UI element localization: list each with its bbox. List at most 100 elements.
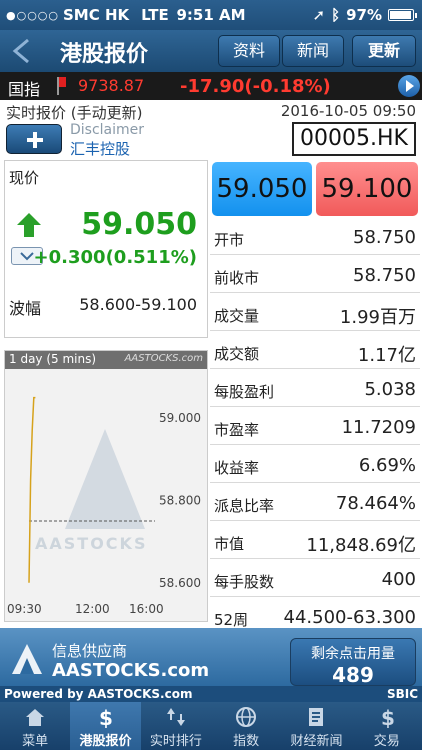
x-tick-label: 16:00 [129,602,164,616]
stat-value: 1.99百万 [339,307,416,328]
powered-by: Powered by AASTOCKS.com [4,687,193,701]
y-tick-label: 58.800 [159,493,201,507]
stat-row: 成交额 1.17亿 [210,336,420,369]
chart-plot: AASTOCKS 58.600 58.800 59.000 09:30 12:00 16:… [7,396,201,616]
index-change: -17.90(-0.18%) [180,76,331,97]
y-tick-label: 59.000 [159,411,201,425]
stat-row: 派息比率 78.464% [210,488,420,521]
stats-table: 开市 58.750 前收市 58.750 成交量 1.99百万 成交额 1.17亿 每股… [210,222,420,640]
stat-value: 58.750 [353,227,416,248]
bid-button[interactable]: 59.050 [212,162,312,216]
add-watchlist-button[interactable] [6,124,62,154]
stat-value: 1.17亿 [357,345,416,366]
sort-icon [166,708,185,726]
stat-row: 每手股数 400 [210,564,420,597]
tab-menu[interactable]: 菜单 [0,702,70,750]
stock-name: 汇丰控股 [70,140,131,158]
tab-ranking[interactable]: 实时排行 [141,702,211,750]
bluetooth-icon: ᛒ [331,6,341,24]
play-icon[interactable] [398,75,420,97]
chart-brand: AASTOCKS.com [124,353,203,364]
usage-counter: 剩余点击用量 489 [290,638,416,687]
stat-value: 400 [381,569,416,590]
stat-value: 44.500-63.300 [283,607,416,628]
provider-name: AASTOCKS.com [52,660,210,681]
svg-text:$: $ [381,706,395,728]
chart-period: 1 day (5 mins) [9,352,97,366]
tab-label: 实时排行 [149,734,202,749]
stat-value: 6.69% [358,455,416,476]
usage-label: 剩余点击用量 [311,646,395,662]
watermark-logo: AASTOCKS [35,429,147,553]
stock-code-input[interactable]: 00005.HK [292,122,416,156]
current-price: 59.050 [81,207,197,242]
aastocks-logo-icon [12,644,42,674]
quote-timestamp: 2016-10-05 09:50 [280,102,416,120]
nav-bar: 港股报价 资料 新闻 更新 [0,30,422,72]
stat-row: 每股盈利 5.038 [210,374,420,407]
stat-row: 市盈率 11.7209 [210,412,420,445]
stat-label: 收益率 [214,459,260,477]
tab-label: 交易 [373,734,400,749]
update-button[interactable]: 更新 [352,35,416,67]
home-icon [26,709,45,726]
index-ticker[interactable]: 国指 9738.87 -17.90(-0.18%) [0,72,422,100]
stat-label: 派息比率 [214,497,275,515]
news-icon [309,708,324,726]
back-arrow-icon[interactable] [10,38,34,64]
tab-index[interactable]: 指数 [211,702,281,750]
page-title: 港股报价 [60,42,149,67]
stat-value: 11,848.69亿 [306,535,416,556]
stat-row: 收益率 6.69% [210,450,420,483]
provider-label: 信息供应商 [52,642,128,660]
current-price-label: 现价 [9,169,40,187]
intraday-chart[interactable]: 1 day (5 mins) AASTOCKS.com AASTOCKS 58.… [4,350,208,622]
price-card: 现价 59.050 +0.300(0.511%) 波幅 58.600-59.10… [4,160,208,338]
tab-label: 财经新闻 [290,734,343,749]
status-bar: ●○○○○ SMC HK LTE 9:51 AM ➚ ᛒ 97% [0,0,422,30]
data-button[interactable]: 资料 [218,35,280,67]
stat-value: 58.750 [353,265,416,286]
tab-label: 菜单 [22,734,49,749]
ask-button[interactable]: 59.100 [316,162,418,216]
stat-value: 5.038 [364,379,416,400]
price-change: +0.300(0.511%) [33,247,197,268]
usage-value: 489 [332,663,374,687]
stat-row: 前收市 58.750 [210,260,420,293]
stat-label: 前收市 [214,269,260,287]
svg-text:$: $ [99,706,113,728]
location-icon: ➚ [312,6,326,24]
stat-label: 市值 [214,535,245,553]
quote-mode: 实时报价 (手动更新) [6,104,143,122]
tab-trade[interactable]: $ 交易 [352,702,422,750]
index-label: 国指 [8,80,41,99]
range-label: 波幅 [9,299,42,318]
tab-hk-quote[interactable]: $ 港股报价 [70,702,141,750]
down-flag-icon [57,77,66,95]
x-tick-label: 12:00 [75,602,110,616]
tab-label: 港股报价 [79,734,132,749]
disclaimer-link[interactable]: Disclaimer [70,122,144,138]
battery-icon [388,9,417,21]
quote-info-row: 实时报价 (手动更新) 2016-10-05 09:50 [0,100,422,122]
x-tick-label: 09:30 [7,602,42,616]
stat-row: 开市 58.750 [210,222,420,255]
news-button[interactable]: 新闻 [282,35,344,67]
stat-row: 成交量 1.99百万 [210,298,420,331]
stat-label: 成交额 [214,345,260,363]
svg-text:AASTOCKS: AASTOCKS [35,534,147,553]
up-arrow-icon [17,213,41,237]
index-value: 9738.87 [78,76,145,95]
day-range: 58.600-59.100 [79,295,197,314]
stat-label: 成交量 [214,307,260,325]
stat-label: 每手股数 [214,573,275,591]
dollar-icon: $ [99,706,113,728]
price-line [28,396,36,583]
globe-icon [236,707,257,727]
sbic-label: SBIC [386,687,418,701]
powered-by-bar: Powered by AASTOCKS.com SBIC [0,686,422,702]
tab-news[interactable]: 财经新闻 [281,702,351,750]
stat-value: 11.7209 [341,417,416,438]
chart-header: 1 day (5 mins) AASTOCKS.com [5,351,207,369]
tab-label: 指数 [233,734,260,749]
